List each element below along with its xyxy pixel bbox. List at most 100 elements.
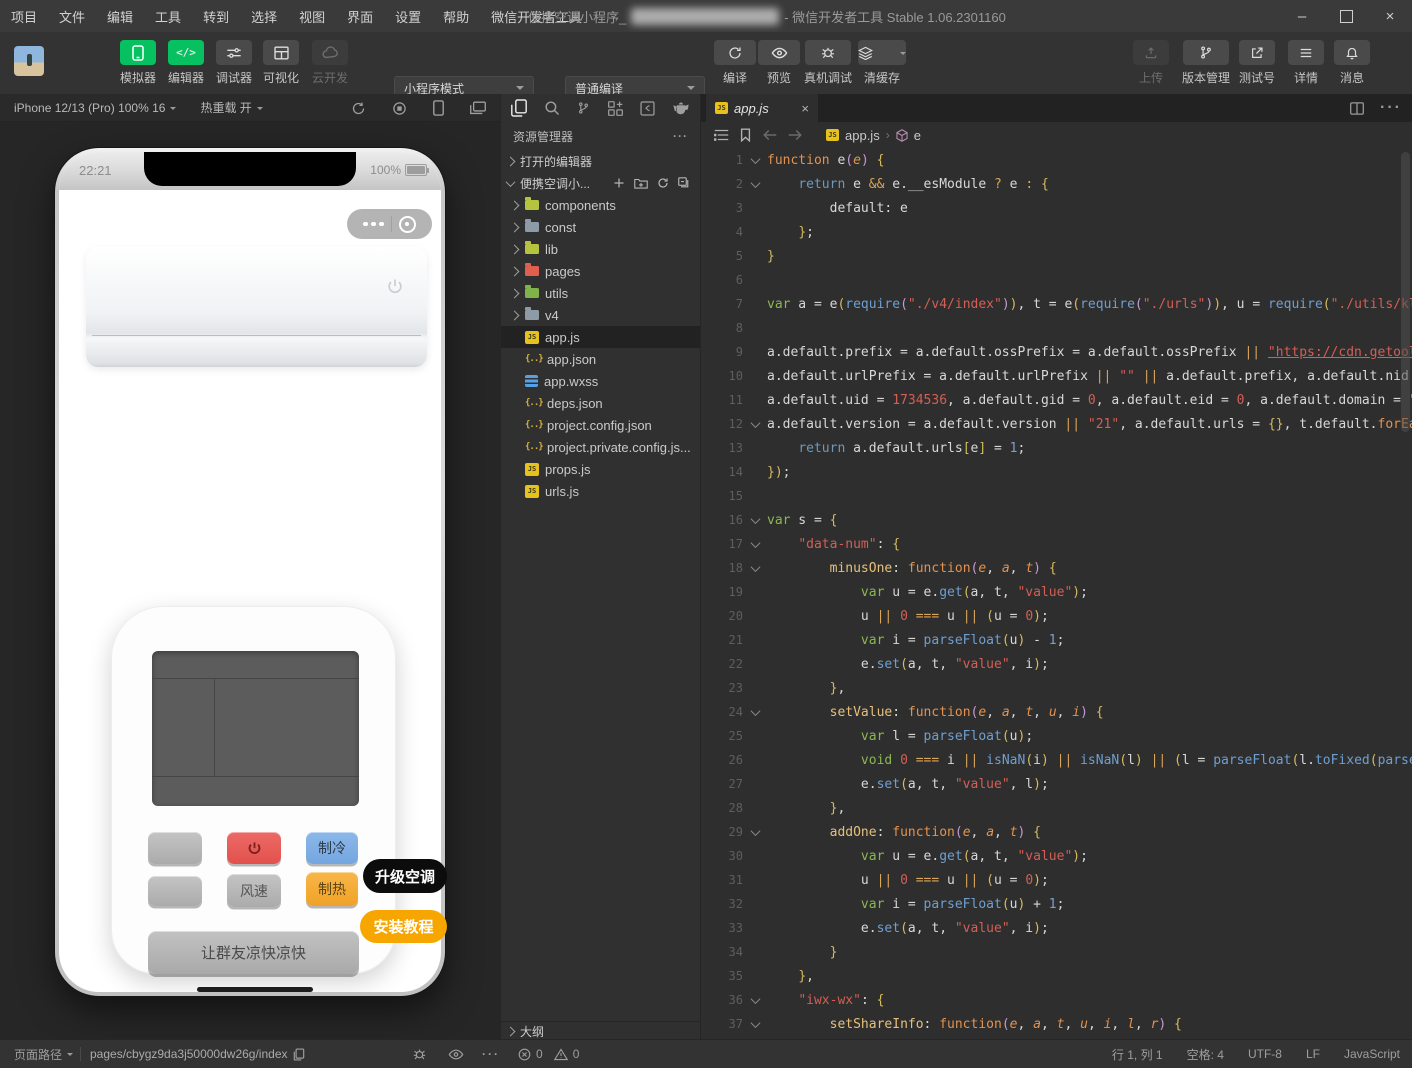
bookmark-icon[interactable] (740, 128, 751, 142)
git-icon[interactable] (577, 100, 590, 116)
menu-item[interactable]: 工具 (144, 0, 192, 32)
tab-app-js[interactable]: JS app.js × (706, 94, 818, 122)
line-number[interactable]: 37 (701, 1017, 743, 1031)
menu-item[interactable]: 选择 (240, 0, 288, 32)
line-number[interactable]: 9 (701, 345, 743, 359)
cloud-dev-button[interactable]: 云开发 (307, 40, 353, 86)
encoding[interactable]: UTF-8 (1248, 1047, 1282, 1061)
code-area[interactable]: 1function e(e) {2 return e && e.__esModu… (701, 148, 1412, 1040)
code-line[interactable]: 7var a = e(require("./v4/index")), t = e… (701, 292, 1412, 316)
close-button[interactable]: × (1368, 0, 1412, 32)
files-icon[interactable] (511, 99, 527, 117)
line-number[interactable]: 19 (701, 585, 743, 599)
editor-scrollbar[interactable] (1401, 152, 1410, 432)
preview-button[interactable]: 预览 (756, 40, 802, 86)
remote-blank-button-2[interactable] (148, 876, 202, 906)
line-number[interactable]: 26 (701, 753, 743, 767)
line-number[interactable]: 32 (701, 897, 743, 911)
line-number[interactable]: 31 (701, 873, 743, 887)
line-number[interactable]: 15 (701, 489, 743, 503)
menu-item[interactable]: 视图 (288, 0, 336, 32)
hot-reload-select[interactable]: 热重载 开 (184, 99, 270, 116)
menu-item[interactable]: 界面 (336, 0, 384, 32)
file-row[interactable]: {..}app.json (501, 348, 700, 370)
more-menu-icon[interactable] (363, 222, 384, 227)
line-number[interactable]: 13 (701, 441, 743, 455)
fold-gutter[interactable] (743, 997, 767, 1004)
file-row[interactable]: lib (501, 238, 700, 260)
teapot-icon[interactable] (672, 101, 690, 115)
line-number[interactable]: 16 (701, 513, 743, 527)
fold-gutter[interactable] (743, 541, 767, 548)
code-line[interactable]: 20 u || 0 === u || (u = 0); (701, 604, 1412, 628)
line-number[interactable]: 14 (701, 465, 743, 479)
code-line[interactable]: 22 e.set(a, t, "value", i); (701, 652, 1412, 676)
back-icon[interactable] (762, 129, 777, 141)
code-line[interactable]: 17 "data-num": { (701, 532, 1412, 556)
upgrade-ac-pill[interactable]: 升级空调 (363, 859, 447, 893)
code-line[interactable]: 27 e.set(a, t, "value", l); (701, 772, 1412, 796)
line-number[interactable]: 28 (701, 801, 743, 815)
remote-cool-button[interactable]: 制冷 (306, 832, 358, 864)
minimize-button[interactable]: – (1280, 0, 1324, 32)
code-line[interactable]: 6 (701, 268, 1412, 292)
line-number[interactable]: 12 (701, 417, 743, 431)
code-line[interactable]: 26 void 0 === i || isNaN(i) || isNaN(l) … (701, 748, 1412, 772)
line-number[interactable]: 5 (701, 249, 743, 263)
code-line[interactable]: 5} (701, 244, 1412, 268)
code-line[interactable]: 19 var u = e.get(a, t, "value"); (701, 580, 1412, 604)
preview-status-icon[interactable] (448, 1040, 464, 1068)
file-row[interactable]: JSapp.js (501, 326, 700, 348)
line-number[interactable]: 29 (701, 825, 743, 839)
code-line[interactable]: 12a.default.version = a.default.version … (701, 412, 1412, 436)
menu-item[interactable]: 项目 (0, 0, 48, 32)
install-tutorial-pill[interactable]: 安装教程 (360, 910, 447, 943)
file-row[interactable]: {..}deps.json (501, 392, 700, 414)
file-row[interactable]: const (501, 216, 700, 238)
record-icon[interactable] (392, 101, 407, 116)
code-line[interactable]: 11a.default.uid = 1734536, a.default.gid… (701, 388, 1412, 412)
line-number[interactable]: 36 (701, 993, 743, 1007)
more-actions-icon[interactable]: ··· (673, 129, 688, 143)
split-editor-icon[interactable] (1350, 102, 1364, 115)
fold-gutter[interactable] (743, 565, 767, 572)
line-number[interactable]: 34 (701, 945, 743, 959)
version-manage-button[interactable]: 版本管理 (1176, 40, 1236, 86)
outline-section[interactable]: 大纲 (501, 1021, 700, 1040)
remote-heat-button[interactable]: 制热 (306, 872, 358, 906)
user-avatar[interactable] (14, 46, 44, 76)
test-account-button[interactable]: 测试号 (1234, 40, 1280, 86)
code-line[interactable]: 13 return a.default.urls[e] = 1; (701, 436, 1412, 460)
menu-item[interactable]: 文件 (48, 0, 96, 32)
project-root-section[interactable]: 便携空调小... (501, 172, 700, 194)
code-line[interactable]: 25 var l = parseFloat(u); (701, 724, 1412, 748)
details-button[interactable]: 详情 (1283, 40, 1329, 86)
code-line[interactable]: 32 var i = parseFloat(u) + 1; (701, 892, 1412, 916)
extensions-icon[interactable] (608, 101, 623, 116)
line-number[interactable]: 6 (701, 273, 743, 287)
line-number[interactable]: 8 (701, 321, 743, 335)
compile-button[interactable]: 编译 (712, 40, 758, 86)
file-row[interactable]: {..}project.config.json (501, 414, 700, 436)
remote-fan-button[interactable]: 风速 (227, 874, 281, 907)
page-path-value[interactable]: pages/cbygz9da3j50000dw26g/index (90, 1040, 305, 1068)
code-line[interactable]: 9a.default.prefix = a.default.ossPrefix … (701, 340, 1412, 364)
code-line[interactable]: 34 } (701, 940, 1412, 964)
code-line[interactable]: 31 u || 0 === u || (u = 0); (701, 868, 1412, 892)
line-number[interactable]: 24 (701, 705, 743, 719)
line-number[interactable]: 17 (701, 537, 743, 551)
line-number[interactable]: 25 (701, 729, 743, 743)
indent-setting[interactable]: 空格: 4 (1187, 1046, 1224, 1063)
file-row[interactable]: app.wxss (501, 370, 700, 392)
new-folder-icon[interactable] (634, 177, 648, 189)
open-editors-section[interactable]: 打开的编辑器 (501, 150, 700, 172)
cursor-position[interactable]: 行 1, 列 1 (1112, 1046, 1163, 1063)
file-row[interactable]: JSurls.js (501, 480, 700, 502)
fold-gutter[interactable] (743, 517, 767, 524)
file-row[interactable]: components (501, 194, 700, 216)
line-number[interactable]: 30 (701, 849, 743, 863)
close-capsule-icon[interactable] (399, 216, 416, 233)
close-tab-icon[interactable]: × (801, 101, 809, 116)
code-line[interactable]: 36 "iwx-wx": { (701, 988, 1412, 1012)
messages-button[interactable]: 消息 (1329, 40, 1375, 86)
